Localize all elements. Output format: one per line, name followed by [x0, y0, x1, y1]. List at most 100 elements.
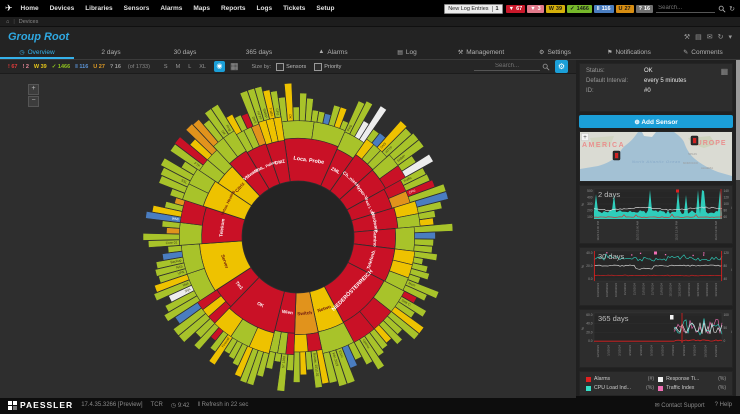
- svg-text:11/22 12:00 PM: 11/22 12:00 PM: [596, 220, 600, 240]
- nav-item-alarms[interactable]: Alarms: [160, 5, 182, 12]
- map-zoom-in-button[interactable]: +: [582, 134, 589, 142]
- breadcrumb-path[interactable]: Devices: [19, 19, 39, 25]
- nav-item-maps[interactable]: Maps: [193, 5, 210, 12]
- email-icon[interactable]: ✉: [707, 33, 713, 41]
- title-bar: Group Root ⚒▤✉↻▾: [0, 27, 740, 47]
- tab-2-days[interactable]: 2 days: [74, 47, 148, 59]
- nav-item-libraries[interactable]: Libraries: [85, 5, 112, 12]
- count-up[interactable]: ✓ 1466: [52, 64, 70, 70]
- graph-panel-365-days[interactable]: 60.040.020.00.0100500%%12/1/20231/1/2024…: [579, 309, 733, 368]
- graph-panel-30-days[interactable]: 40.020.00.01208040%%10/26/202410/28/2024…: [579, 247, 733, 306]
- refresh-icon[interactable]: ↻: [729, 5, 735, 13]
- scrollbar[interactable]: [736, 60, 740, 396]
- tab-overview[interactable]: ◷Overview: [0, 47, 74, 59]
- refresh-icon[interactable]: ↻: [718, 33, 724, 41]
- checkbox-box[interactable]: [314, 63, 322, 71]
- new-log-entries-button[interactable]: New Log Entries1: [444, 4, 502, 14]
- tab-notifications[interactable]: ⚑Notifications: [592, 47, 666, 59]
- page-options-button[interactable]: ⚙: [555, 60, 568, 73]
- count-warning[interactable]: W 39: [34, 64, 47, 70]
- graph-panel-2-days[interactable]: 5004003002001001401201008060%%11/22 12:0…: [579, 185, 733, 244]
- svg-text:%: %: [581, 203, 585, 206]
- badge-down-acknowledged[interactable]: ▼3: [527, 5, 544, 13]
- graph-legend: Alarms(#)Response Ti...(%)CPU Load Ind..…: [579, 371, 733, 396]
- badge-paused[interactable]: ‖116: [594, 5, 614, 13]
- tab-30-days[interactable]: 30 days: [148, 47, 222, 59]
- report-icon[interactable]: ▤: [695, 33, 702, 41]
- svg-text:12/1/2023: 12/1/2023: [596, 345, 600, 358]
- prtg-logo-icon[interactable]: ✈: [5, 3, 13, 14]
- help-link[interactable]: ? Help: [715, 402, 732, 408]
- paessler-logo-icon: [8, 401, 17, 410]
- nav-item-tickets[interactable]: Tickets: [283, 5, 305, 12]
- page-action-icons: ⚒ ▤ ✉ ↻ ▾: [684, 33, 732, 41]
- nav-item-devices[interactable]: Devices: [50, 5, 75, 12]
- nav-item-reports[interactable]: Reports: [221, 5, 246, 12]
- refresh-countdown[interactable]: ‖ Refresh in 22 sec: [198, 402, 249, 408]
- checkbox-sensors[interactable]: Sensors: [276, 63, 306, 71]
- count-down-ack[interactable]: ! 2: [22, 64, 28, 70]
- qr-code-icon[interactable]: ▦: [721, 67, 729, 76]
- nav-item-setup[interactable]: Setup: [316, 5, 334, 12]
- svg-text:+: +: [583, 135, 587, 141]
- scrollbar-thumb[interactable]: [736, 60, 740, 180]
- badge-down[interactable]: ▼67: [506, 5, 526, 13]
- size-button-m[interactable]: M: [173, 63, 184, 71]
- svg-text:120: 120: [724, 196, 730, 200]
- zoom-in-button[interactable]: +: [28, 84, 39, 95]
- sunburst-search-input[interactable]: [474, 62, 540, 71]
- count-unusual[interactable]: U 27: [93, 64, 105, 70]
- down-icon: ▼: [509, 6, 514, 12]
- badge-unusual[interactable]: U27: [616, 5, 634, 13]
- badge-up[interactable]: ✓1466: [567, 5, 592, 13]
- paessler-logo[interactable]: PAESSLER: [8, 400, 73, 410]
- home-icon[interactable]: ⌂: [6, 19, 9, 25]
- zoom-out-button[interactable]: −: [28, 96, 39, 107]
- global-search-input[interactable]: [656, 4, 715, 13]
- tab-log[interactable]: ▤Log: [370, 47, 444, 59]
- geo-map-panel[interactable]: AMERICA EUROPE North Atlantic Ocean SPAI…: [579, 131, 733, 182]
- count-unknown[interactable]: ? 16: [110, 64, 121, 70]
- new-log-count: 1: [492, 6, 499, 12]
- nav-item-sensors[interactable]: Sensors: [124, 5, 150, 12]
- status-row: Default Interval:every 5 minutes: [586, 78, 726, 84]
- tab-comments[interactable]: ✎Comments: [666, 47, 740, 59]
- map-device-marker[interactable]: [613, 151, 620, 160]
- count-down[interactable]: ! 67: [8, 64, 17, 70]
- add-sensor-button[interactable]: ⊕ Add Sensor: [579, 115, 733, 129]
- svg-text:40.0: 40.0: [586, 322, 592, 326]
- badge-warning[interactable]: W39: [546, 5, 565, 13]
- search-icon[interactable]: [718, 5, 726, 13]
- tab-settings[interactable]: ⚙Settings: [518, 47, 592, 59]
- checkbox-box[interactable]: [276, 63, 284, 71]
- tab-365-days[interactable]: 365 days: [222, 47, 296, 59]
- svg-text:11/21/2024: 11/21/2024: [714, 283, 718, 297]
- badge-unknown[interactable]: ?16: [636, 5, 654, 13]
- contact-support-link[interactable]: ✉ Contact Support: [655, 402, 705, 409]
- tab-management[interactable]: ⚒Management: [444, 47, 518, 59]
- checkbox-priority[interactable]: Priority: [314, 63, 341, 71]
- nav-item-home[interactable]: Home: [21, 5, 39, 12]
- size-button-s[interactable]: S: [161, 63, 171, 71]
- sunburst-view-button[interactable]: ◉: [214, 61, 225, 72]
- svg-text:MOROCCO: MOROCCO: [683, 161, 699, 165]
- svg-text:140: 140: [724, 189, 730, 193]
- size-button-xl[interactable]: XL: [196, 63, 209, 71]
- svg-text:0: 0: [724, 339, 726, 343]
- wrench-icon[interactable]: ⚒: [684, 33, 690, 41]
- search-icon[interactable]: [542, 63, 550, 71]
- tab-alarms[interactable]: ▲Alarms: [296, 47, 370, 59]
- svg-text:100: 100: [724, 313, 730, 317]
- size-button-l[interactable]: L: [185, 63, 194, 71]
- status-badges: ▼67▼3W39✓1466‖116U27?16: [506, 5, 654, 13]
- caret-down-icon[interactable]: ▾: [728, 33, 732, 41]
- svg-text:SPAIN: SPAIN: [688, 152, 697, 156]
- nav-item-logs[interactable]: Logs: [257, 5, 273, 12]
- map-device-marker[interactable]: [691, 136, 698, 145]
- sunburst-chart[interactable]: OKLoca. ProbePingZMLDNSHTTPCh..niesSNMPH…: [0, 74, 576, 393]
- svg-text:100: 100: [587, 215, 593, 219]
- svg-text:80: 80: [724, 264, 728, 268]
- svg-text:11/11/2024: 11/11/2024: [669, 283, 673, 297]
- grid-view-icon[interactable]: ▦: [230, 61, 239, 72]
- count-paused[interactable]: ‖ 116: [75, 64, 88, 70]
